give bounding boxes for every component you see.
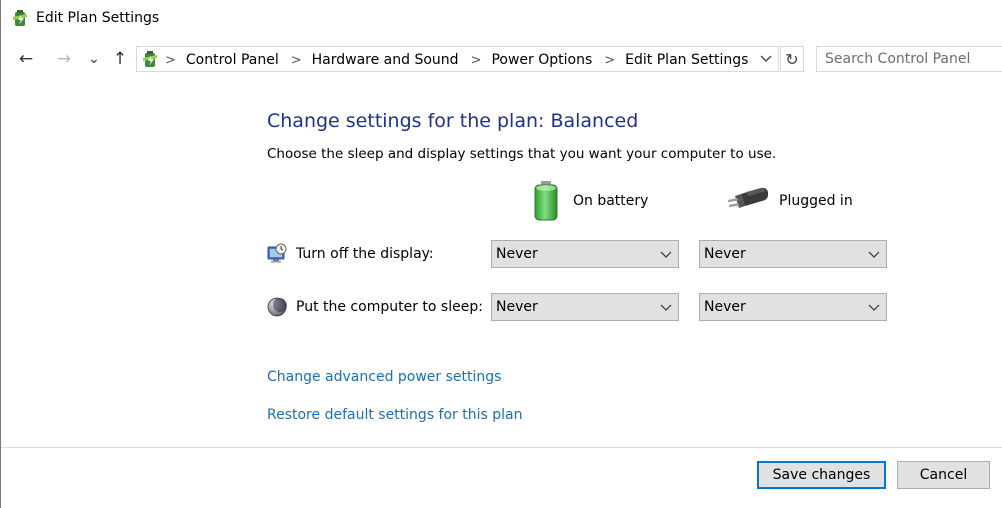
chevron-down-icon — [660, 251, 672, 258]
breadcrumb-separator[interactable]: > — [291, 53, 302, 68]
turn-off-display-label: Turn off the display: — [296, 246, 434, 262]
breadcrumb: > Control Panel > Hardware and Sound > P… — [165, 51, 760, 69]
change-advanced-power-settings-link[interactable]: Change advanced power settings — [267, 369, 501, 385]
cancel-button[interactable]: Cancel — [897, 461, 990, 489]
footer-divider — [1, 447, 1002, 448]
plugged-in-label: Plugged in — [779, 193, 853, 209]
breadcrumb-separator[interactable]: > — [471, 53, 482, 68]
battery-icon — [534, 181, 558, 221]
sleep-plugged-in-value: Never — [704, 299, 746, 315]
address-history-chevron-icon[interactable] — [758, 50, 774, 68]
search-box[interactable] — [816, 46, 1002, 72]
back-arrow-icon[interactable]: ← — [15, 48, 37, 70]
refresh-icon[interactable]: ↻ — [780, 46, 804, 72]
display-on-battery-value: Never — [496, 246, 538, 262]
window-title: Edit Plan Settings — [36, 10, 160, 26]
sleep-on-battery-value: Never — [496, 299, 538, 315]
display-on-battery-select[interactable]: Never — [491, 240, 679, 268]
power-options-icon — [143, 51, 157, 67]
breadcrumb-power-options[interactable]: Power Options — [491, 52, 592, 68]
up-arrow-icon[interactable]: ↑ — [109, 48, 131, 70]
page-description: Choose the sleep and display settings th… — [267, 146, 777, 162]
chevron-down-icon — [868, 304, 880, 311]
sleep-row-label: Put the computer to sleep: — [266, 296, 483, 318]
on-battery-label: On battery — [573, 193, 649, 209]
power-plug-icon — [727, 187, 768, 208]
turn-off-display-row-label: Turn off the display: — [266, 243, 434, 265]
breadcrumb-separator[interactable]: > — [604, 53, 615, 68]
edit-plan-settings-window: Edit Plan Settings ← → ⌄ ↑ > Control Pan… — [0, 0, 1002, 508]
sleep-plugged-in-select[interactable]: Never — [699, 293, 887, 321]
sleep-moon-icon — [267, 297, 287, 317]
breadcrumb-hardware-and-sound[interactable]: Hardware and Sound — [312, 52, 459, 68]
breadcrumb-edit-plan-settings[interactable]: Edit Plan Settings — [625, 52, 748, 68]
sleep-label: Put the computer to sleep: — [296, 299, 483, 315]
plugged-in-column-header: Plugged in — [727, 180, 853, 222]
chevron-down-icon — [868, 251, 880, 258]
breadcrumb-separator[interactable]: > — [165, 53, 176, 68]
chevron-down-icon — [660, 304, 672, 311]
power-options-icon — [13, 10, 27, 26]
page-title: Change settings for the plan: Balanced — [267, 110, 639, 132]
address-bar[interactable]: > Control Panel > Hardware and Sound > P… — [136, 46, 779, 72]
save-changes-button[interactable]: Save changes — [757, 461, 886, 489]
recent-locations-chevron-icon[interactable]: ⌄ — [83, 48, 105, 70]
display-icon — [267, 243, 287, 263]
breadcrumb-control-panel[interactable]: Control Panel — [186, 52, 279, 68]
search-input[interactable] — [825, 48, 1002, 70]
display-plugged-in-select[interactable]: Never — [699, 240, 887, 268]
display-plugged-in-value: Never — [704, 246, 746, 262]
sleep-on-battery-select[interactable]: Never — [491, 293, 679, 321]
restore-default-settings-link[interactable]: Restore default settings for this plan — [267, 407, 523, 423]
navigation-bar: ← → ⌄ ↑ > Control Panel > Hardware and S… — [1, 42, 1002, 76]
forward-arrow-icon[interactable]: → — [53, 48, 75, 70]
title-bar: Edit Plan Settings — [1, 0, 1002, 38]
on-battery-column-header: On battery — [531, 180, 648, 222]
